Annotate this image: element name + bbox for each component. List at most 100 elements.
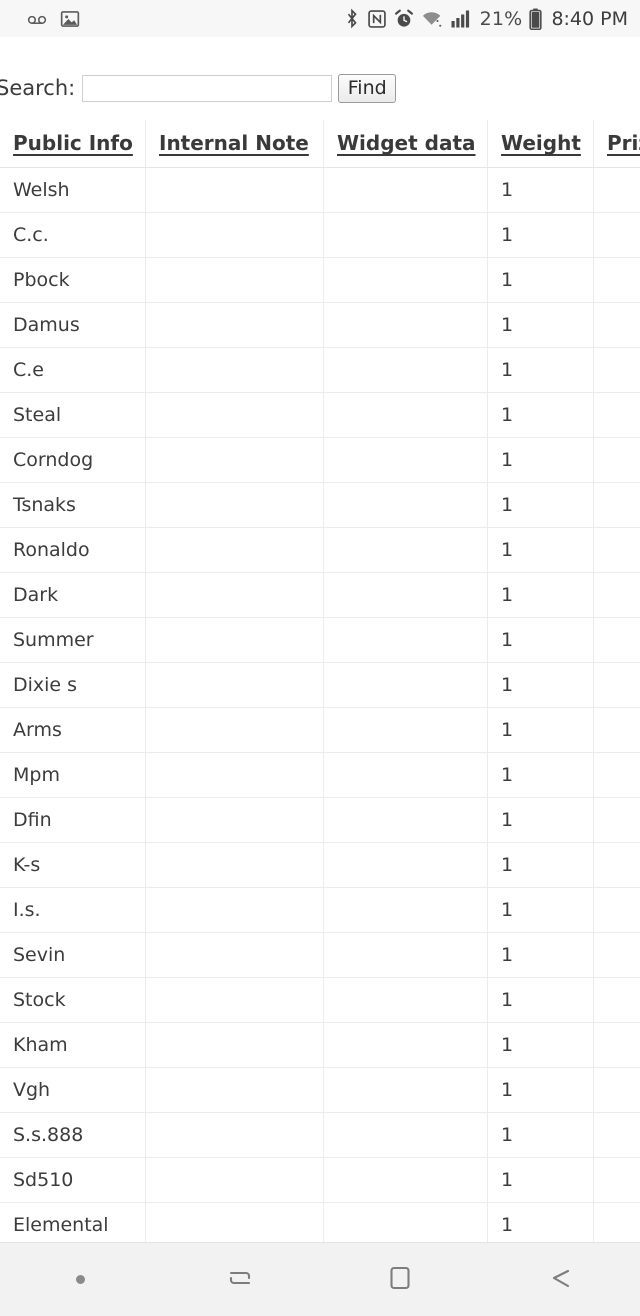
cell-internal-note xyxy=(145,752,324,798)
find-button[interactable]: Find xyxy=(338,73,397,103)
column-header-label[interactable]: Public Info xyxy=(13,131,133,155)
cell-weight: 1 xyxy=(487,662,594,708)
cell-widget-data xyxy=(323,437,488,483)
cell-public-info: Dixie s xyxy=(0,662,146,708)
cell-public-info: Sd510 xyxy=(0,1157,146,1203)
cell-weight: 1 xyxy=(487,797,594,843)
back-button[interactable] xyxy=(480,1243,640,1316)
cell-internal-note xyxy=(145,392,324,438)
clock-time: 8:40 PM xyxy=(551,7,628,30)
table-row[interactable]: Ronaldo 1 xyxy=(0,527,640,573)
nav-dot-indicator[interactable] xyxy=(0,1243,160,1316)
cell-prize xyxy=(593,527,640,573)
cell-widget-data xyxy=(323,392,488,438)
cell-prize xyxy=(593,1112,640,1158)
cell-prize xyxy=(593,617,640,663)
cell-internal-note xyxy=(145,1112,324,1158)
table-row[interactable]: K-s 1 xyxy=(0,842,640,888)
cell-internal-note xyxy=(145,887,324,933)
cell-widget-data xyxy=(323,167,488,213)
column-header-weight[interactable]: Weight xyxy=(487,120,594,168)
cell-prize xyxy=(593,392,640,438)
cell-weight: 1 xyxy=(487,707,594,753)
table-row[interactable]: Welsh 1 xyxy=(0,167,640,213)
cell-internal-note xyxy=(145,167,324,213)
table-row[interactable]: Dixie s 1 xyxy=(0,662,640,708)
table-row[interactable]: Corndog 1 xyxy=(0,437,640,483)
cell-public-info: Pbock xyxy=(0,257,146,303)
cell-prize xyxy=(593,707,640,753)
column-header-prize[interactable]: Prize xyxy=(593,120,640,168)
cell-widget-data xyxy=(323,842,488,888)
cell-public-info: Corndog xyxy=(0,437,146,483)
cell-weight: 1 xyxy=(487,482,594,528)
cell-prize xyxy=(593,752,640,798)
cell-widget-data xyxy=(323,932,488,978)
column-header-label[interactable]: Weight xyxy=(501,131,581,155)
column-header-label[interactable]: Internal Note xyxy=(159,131,309,155)
table-row[interactable]: Kham 1 xyxy=(0,1022,640,1068)
table-scroll-region[interactable]: Public Info Internal Note Widget data We… xyxy=(0,120,640,1243)
search-input[interactable] xyxy=(82,74,333,102)
cell-public-info: I.s. xyxy=(0,887,146,933)
table-row[interactable]: Sd510 1 xyxy=(0,1157,640,1203)
table-row[interactable]: Arms 1 xyxy=(0,707,640,753)
search-bar: Search: Find xyxy=(0,62,640,114)
cell-public-info: Dfin xyxy=(0,797,146,843)
cell-weight: 1 xyxy=(487,392,594,438)
cell-widget-data xyxy=(323,527,488,573)
cell-internal-note xyxy=(145,1022,324,1068)
image-icon xyxy=(60,9,80,29)
table-row[interactable]: Damus 1 xyxy=(0,302,640,348)
cell-weight: 1 xyxy=(487,887,594,933)
cell-widget-data xyxy=(323,797,488,843)
cell-widget-data xyxy=(323,1202,488,1243)
table-row[interactable]: C.c. 1 xyxy=(0,212,640,258)
cell-public-info: Damus xyxy=(0,302,146,348)
cell-public-info: Sevin xyxy=(0,932,146,978)
cell-prize xyxy=(593,1202,640,1243)
cell-weight: 1 xyxy=(487,437,594,483)
cell-internal-note xyxy=(145,1067,324,1113)
status-bar: 21% 8:40 PM xyxy=(0,0,640,37)
table-row[interactable]: Pbock 1 xyxy=(0,257,640,303)
cell-widget-data xyxy=(323,1112,488,1158)
table-row[interactable]: Summer 1 xyxy=(0,617,640,663)
table-row[interactable]: Dark 1 xyxy=(0,572,640,618)
cell-internal-note xyxy=(145,932,324,978)
table-row[interactable]: Steal 1 xyxy=(0,392,640,438)
home-button[interactable] xyxy=(320,1243,480,1316)
table-row[interactable]: Stock 1 xyxy=(0,977,640,1023)
table-row[interactable]: Mpm 1 xyxy=(0,752,640,798)
table-row[interactable]: Vgh 1 xyxy=(0,1067,640,1113)
table-row[interactable]: Elemental 1 xyxy=(0,1202,640,1243)
column-header-public-info[interactable]: Public Info xyxy=(0,120,146,168)
status-bar-left xyxy=(26,8,80,30)
table-row[interactable]: Sevin 1 xyxy=(0,932,640,978)
cell-weight: 1 xyxy=(487,212,594,258)
bluetooth-icon xyxy=(344,8,360,29)
cell-internal-note xyxy=(145,212,324,258)
cell-weight: 1 xyxy=(487,302,594,348)
cell-internal-note xyxy=(145,437,324,483)
dot-icon xyxy=(75,1275,85,1284)
cell-prize xyxy=(593,482,640,528)
cell-prize xyxy=(593,1022,640,1068)
cell-public-info: Mpm xyxy=(0,752,146,798)
column-header-internal-note[interactable]: Internal Note xyxy=(145,120,324,168)
table-row[interactable]: Dfin 1 xyxy=(0,797,640,843)
table-row[interactable]: I.s. 1 xyxy=(0,887,640,933)
cell-weight: 1 xyxy=(487,977,594,1023)
table-row[interactable]: S.s.888 1 xyxy=(0,1112,640,1158)
table-row[interactable]: C.e 1 xyxy=(0,347,640,393)
table-row[interactable]: Tsnaks 1 xyxy=(0,482,640,528)
cell-weight: 1 xyxy=(487,167,594,213)
column-header-label[interactable]: Widget data xyxy=(337,131,476,155)
cell-weight: 1 xyxy=(487,932,594,978)
table-body: Welsh 1 C.c. 1 Pbock 1 Damus 1 C.e 1 Steal 1 Corndog… xyxy=(0,167,640,1243)
column-header-widget-data[interactable]: Widget data xyxy=(323,120,488,168)
recents-button[interactable] xyxy=(160,1243,320,1316)
cell-prize xyxy=(593,977,640,1023)
column-header-label[interactable]: Prize xyxy=(607,131,640,155)
cell-weight: 1 xyxy=(487,1022,594,1068)
